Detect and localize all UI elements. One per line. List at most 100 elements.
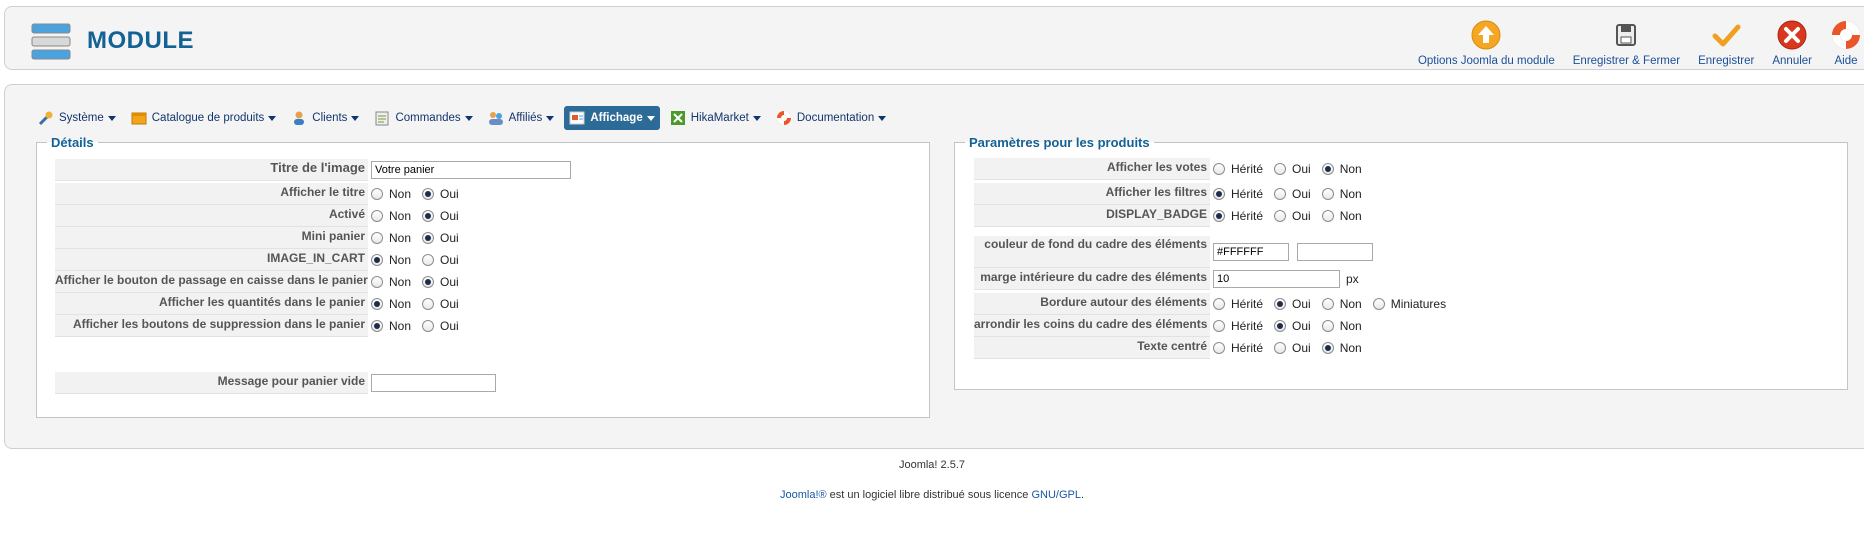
- chevron-down-icon: [878, 115, 887, 121]
- radio-label-herite: Hérité: [1231, 187, 1264, 201]
- radio-non[interactable]: [371, 298, 383, 310]
- setting-label: Mini panier: [55, 227, 368, 249]
- hikashop-menubar: Système Catalogue de produits Clients Co…: [33, 106, 896, 130]
- padding-input[interactable]: [1213, 270, 1340, 288]
- license-end: .: [1080, 489, 1085, 501]
- menu-systeme[interactable]: Système: [33, 106, 121, 130]
- radio-oui[interactable]: [422, 298, 435, 310]
- affiliates-icon: [488, 112, 503, 125]
- radio-label-herite: Hérité: [1231, 341, 1264, 355]
- padding-label: marge intérieure du cadre des éléments: [974, 268, 1210, 290]
- radio-non[interactable]: [1321, 188, 1334, 200]
- image-title-input[interactable]: [371, 161, 571, 179]
- menu-documentation[interactable]: Documentation: [771, 106, 891, 130]
- menu-clients[interactable]: Clients: [286, 106, 364, 130]
- radio-non[interactable]: [371, 210, 383, 222]
- setting-row: Afficher le bouton de passage en caisse …: [55, 271, 915, 293]
- radio-label-oui: Oui: [1292, 162, 1311, 176]
- save-disk-icon: [1616, 24, 1637, 46]
- radio-herite[interactable]: [1213, 298, 1225, 310]
- clients-icon: [294, 111, 305, 125]
- options-button[interactable]: Options Joomla du module: [1418, 19, 1555, 67]
- save-checkmark-icon: [1712, 24, 1741, 47]
- toolbar: Options Joomla du module Enregistrer & F…: [1400, 19, 1864, 67]
- orders-icon: [375, 111, 389, 126]
- bg-color-input[interactable]: [1213, 243, 1289, 261]
- chevron-down-icon: [107, 115, 116, 121]
- menu-affichage[interactable]: Affichage: [564, 106, 660, 130]
- radio-oui[interactable]: [1274, 163, 1287, 175]
- radio-non[interactable]: [371, 320, 383, 332]
- radio-non[interactable]: [1321, 163, 1334, 175]
- radio-label-herite: Hérité: [1231, 162, 1264, 176]
- radio-label-non: Non: [1339, 297, 1362, 311]
- radio-oui[interactable]: [422, 188, 435, 200]
- empty-message-input[interactable]: [371, 374, 496, 392]
- radio-oui[interactable]: [422, 276, 435, 288]
- radio-oui[interactable]: [422, 320, 435, 332]
- padding-row: marge intérieure du cadre des éléments p…: [974, 268, 1834, 290]
- radio-label-non: Non: [389, 253, 412, 267]
- bg-color-swatch-input[interactable]: [1297, 243, 1373, 261]
- radio-oui[interactable]: [422, 232, 435, 244]
- help-button[interactable]: Aide: [1830, 19, 1862, 67]
- cancel-label: Annuler: [1772, 55, 1812, 67]
- chevron-down-icon: [546, 115, 555, 121]
- radio-herite[interactable]: [1213, 188, 1225, 200]
- save-close-label: Enregistrer & Fermer: [1572, 55, 1681, 67]
- gnu-gpl-link[interactable]: GNU/GPL: [1031, 489, 1081, 501]
- radio-herite[interactable]: [1213, 342, 1225, 354]
- menu-affilies[interactable]: Affiliés: [483, 106, 560, 130]
- radio-oui[interactable]: [422, 210, 435, 222]
- save-button[interactable]: Enregistrer: [1698, 19, 1754, 67]
- radio-non[interactable]: [1321, 210, 1334, 222]
- radio-label-oui: Oui: [440, 275, 459, 289]
- radio-non[interactable]: [371, 188, 383, 200]
- radio-label-oui: Oui: [1292, 341, 1311, 355]
- padding-unit: px: [1346, 272, 1359, 286]
- radio-herite[interactable]: [1213, 210, 1225, 222]
- radio-herite[interactable]: [1213, 320, 1225, 332]
- chevron-down-icon: [351, 115, 360, 121]
- radio-non[interactable]: [371, 254, 383, 266]
- setting-label: Afficher le bouton de passage en caisse …: [55, 271, 368, 293]
- radio-oui[interactable]: [422, 254, 435, 266]
- radio-non[interactable]: [1321, 298, 1334, 310]
- radio-non[interactable]: [371, 232, 383, 244]
- radio-oui[interactable]: [1274, 210, 1287, 222]
- chevron-down-icon: [752, 115, 761, 121]
- radio-label-oui: Oui: [1292, 187, 1311, 201]
- documentation-lifebuoy-icon: [776, 111, 791, 125]
- empty-message-row: Message pour panier vide: [55, 372, 915, 394]
- help-lifebuoy-icon: [1832, 21, 1860, 49]
- radio-herite[interactable]: [1213, 163, 1225, 175]
- product-params-legend: Paramètres pour les produits: [969, 135, 1150, 150]
- cancel-button[interactable]: Annuler: [1772, 19, 1812, 67]
- setting-row: Activé Non Oui: [55, 205, 915, 227]
- save-close-button[interactable]: Enregistrer & Fermer: [1573, 19, 1680, 67]
- radio-non[interactable]: [1321, 320, 1334, 332]
- page-title: MODULE: [87, 27, 194, 54]
- joomla-link[interactable]: Joomla!®: [780, 489, 827, 501]
- radio-miniatures[interactable]: [1372, 298, 1385, 310]
- radio-oui[interactable]: [1274, 342, 1287, 354]
- radio-oui[interactable]: [1274, 298, 1287, 310]
- menu-systeme-label: Système: [59, 112, 104, 124]
- setting-row: arrondir les coins du cadre des éléments…: [974, 315, 1834, 337]
- setting-row: Mini panier Non Oui: [55, 227, 915, 249]
- catalog-icon: [131, 112, 147, 125]
- radio-non[interactable]: [1321, 342, 1334, 354]
- details-legend: Détails: [51, 135, 94, 150]
- options-up-arrow-icon: [1471, 20, 1501, 50]
- hikamarket-icon: [670, 111, 685, 125]
- radio-non[interactable]: [371, 276, 383, 288]
- radio-label-miniatures: Miniatures: [1390, 297, 1447, 311]
- menu-commandes[interactable]: Commandes: [369, 106, 477, 130]
- setting-row: Texte centré Hérité Oui Non: [974, 337, 1834, 359]
- radio-oui[interactable]: [1274, 188, 1287, 200]
- radio-label-oui: Oui: [440, 297, 459, 311]
- menu-catalogue[interactable]: Catalogue de produits: [126, 106, 282, 130]
- radio-oui[interactable]: [1274, 320, 1287, 332]
- menu-hikamarket[interactable]: HikaMarket: [665, 106, 766, 130]
- setting-label: Afficher le titre: [55, 183, 368, 205]
